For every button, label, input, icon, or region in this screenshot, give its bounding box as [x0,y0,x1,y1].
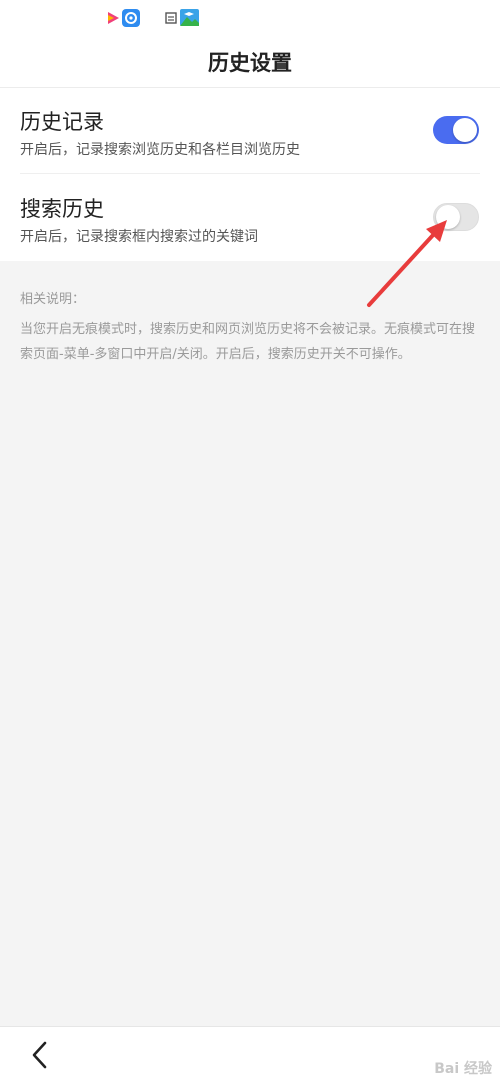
gallery-app-icon [180,9,199,26]
watermark-logo: Bai 经验 [434,1061,492,1077]
notes-body: 当您开启无痕模式时，搜索历史和网页浏览历史将不会被记录。无痕模式可在搜索页面-菜… [20,322,476,362]
search-history-toggle[interactable] [433,203,479,231]
notes-title: 相关说明： [20,292,86,307]
bottom-bar: Bai 经验 [0,1026,500,1084]
toggle-knob [453,118,477,142]
divider [20,173,480,174]
page-title: 历史设置 [208,51,292,75]
search-history-title: 搜索历史 [20,197,104,221]
header: 历史设置 [0,36,500,88]
status-bar [0,0,500,36]
chevron-left-icon [32,1041,47,1069]
notification-icon [165,12,177,24]
search-history-description: 开启后，记录搜索框内搜索过的关键词 [20,229,258,245]
settings-card: 历史记录 开启后，记录搜索浏览历史和各栏目浏览历史 搜索历史 开启后，记录搜索框… [0,88,500,261]
setting-row-search-history: 搜索历史 开启后，记录搜索框内搜索过的关键词 [0,175,500,261]
history-record-toggle[interactable] [433,116,479,144]
video-app-icon [108,12,119,24]
back-button[interactable] [22,1037,58,1073]
history-record-title: 历史记录 [20,110,104,134]
toggle-knob [436,205,460,229]
browser-app-icon [122,9,140,27]
history-record-description: 开启后，记录搜索浏览历史和各栏目浏览历史 [20,142,300,158]
setting-row-history: 历史记录 开启后，记录搜索浏览历史和各栏目浏览历史 [0,88,500,174]
